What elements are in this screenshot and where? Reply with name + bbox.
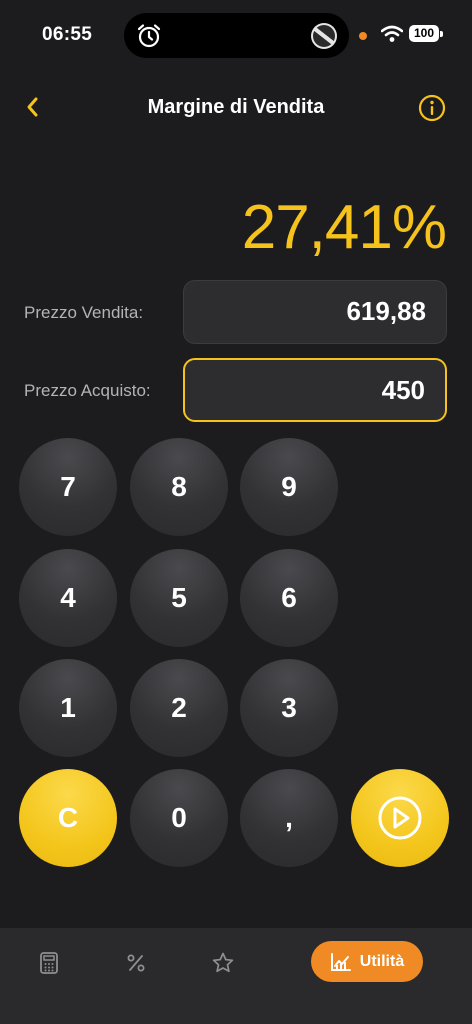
calculator-icon[interactable] bbox=[37, 951, 61, 975]
info-icon[interactable] bbox=[418, 94, 446, 122]
chart-icon bbox=[330, 952, 351, 971]
alarm-clock-icon bbox=[137, 24, 161, 48]
page-title: Margine di Vendita bbox=[147, 96, 325, 118]
status-time: 06:55 bbox=[42, 24, 93, 45]
play-circle-icon bbox=[378, 796, 422, 840]
activity-spinner-icon bbox=[311, 23, 337, 49]
selling-price-label: Prezzo Vendita: bbox=[24, 303, 144, 322]
key-9[interactable]: 9 bbox=[240, 438, 338, 536]
percent-icon[interactable] bbox=[124, 951, 148, 975]
key-8[interactable]: 8 bbox=[130, 438, 228, 536]
key-5[interactable]: 5 bbox=[130, 549, 228, 647]
tab-utilita-label: Utilità bbox=[359, 952, 405, 970]
key-7[interactable]: 7 bbox=[19, 438, 117, 536]
tab-utilita[interactable]: Utilità bbox=[311, 941, 423, 982]
clear-button[interactable]: C bbox=[19, 769, 117, 867]
dynamic-island bbox=[124, 13, 349, 58]
privacy-indicator bbox=[359, 32, 367, 40]
key-0[interactable]: 0 bbox=[130, 769, 228, 867]
battery-tip bbox=[440, 31, 443, 37]
calculate-button[interactable] bbox=[351, 769, 449, 867]
purchase-price-field[interactable]: 450 bbox=[183, 358, 447, 422]
purchase-price-label: Prezzo Acquisto: bbox=[24, 381, 151, 400]
key-1[interactable]: 1 bbox=[19, 659, 117, 757]
key-comma[interactable]: , bbox=[240, 769, 338, 867]
selling-price-field[interactable]: 619,88 bbox=[183, 280, 447, 344]
key-2[interactable]: 2 bbox=[130, 659, 228, 757]
wifi-icon bbox=[381, 25, 403, 42]
battery-indicator: 100 bbox=[409, 25, 439, 42]
key-3[interactable]: 3 bbox=[240, 659, 338, 757]
star-icon[interactable] bbox=[211, 951, 235, 975]
key-4[interactable]: 4 bbox=[19, 549, 117, 647]
key-6[interactable]: 6 bbox=[240, 549, 338, 647]
margin-result: 27,41% bbox=[241, 193, 447, 262]
